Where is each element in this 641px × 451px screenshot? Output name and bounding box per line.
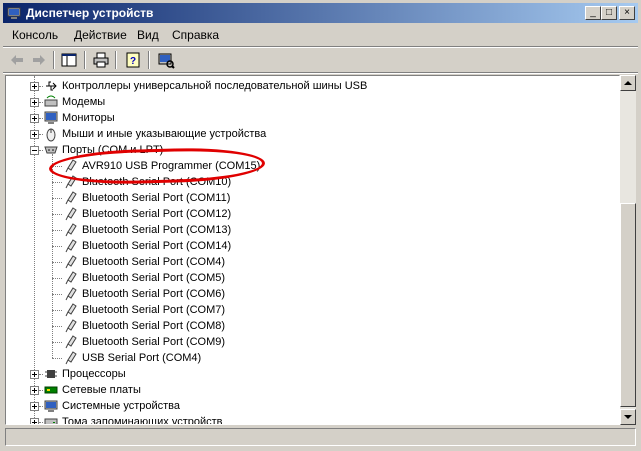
expand-plus-icon[interactable] — [30, 114, 39, 123]
toolbar-separator — [53, 51, 55, 69]
serial-port-icon — [65, 303, 77, 317]
console-tree-icon[interactable] — [59, 50, 79, 70]
minimize-button[interactable]: _ — [585, 6, 601, 20]
tree-connector — [39, 422, 43, 424]
serial-port-icon — [65, 351, 77, 365]
tree-connector — [52, 358, 62, 360]
maximize-button[interactable]: □ — [601, 6, 617, 20]
expand-plus-icon[interactable] — [30, 386, 39, 395]
system-devices-icon — [44, 400, 58, 412]
expand-plus-icon[interactable] — [30, 82, 39, 91]
tree-item-label: Bluetooth Serial Port (COM12) — [82, 208, 232, 220]
tree-item-label: Bluetooth Serial Port (COM8) — [82, 320, 226, 332]
storage-volume-icon — [44, 418, 58, 424]
toolbar-separator — [84, 51, 86, 69]
status-pane — [5, 428, 636, 446]
port-icon — [44, 146, 58, 154]
mouse-icon — [46, 128, 56, 142]
forward-arrow-icon[interactable] — [29, 50, 49, 70]
monitor-icon — [44, 111, 58, 124]
title-bar[interactable]: Диспетчер устройств _ □ × — [3, 3, 638, 23]
serial-port-icon — [65, 319, 77, 333]
menu-action[interactable]: Действие — [74, 28, 127, 42]
serial-port-icon — [65, 335, 77, 349]
serial-port-icon — [65, 191, 77, 205]
tree-connector — [39, 86, 43, 88]
tree-item-label: Тома запоминающих устройств — [62, 416, 223, 425]
device-manager-icon — [7, 7, 21, 19]
usb-icon — [46, 81, 57, 91]
serial-port-icon — [65, 223, 77, 237]
vertical-scrollbar[interactable] — [620, 75, 636, 425]
toolbar-separator — [148, 51, 150, 69]
tree-item-label: USB Serial Port (COM4) — [82, 352, 202, 364]
device-tree[interactable]: Контроллеры универсальной последовательн… — [5, 75, 620, 425]
tree-connector — [39, 118, 43, 120]
help-icon[interactable]: ? — [123, 50, 143, 70]
tree-item-label: Контроллеры универсальной последовательн… — [62, 80, 368, 92]
menu-console[interactable]: Консоль — [12, 28, 58, 42]
tree-item-label: Сетевые платы — [62, 384, 141, 396]
print-icon[interactable] — [91, 50, 111, 70]
tree-item-label: Модемы — [62, 96, 106, 108]
tree-item-label: Мониторы — [62, 112, 115, 124]
serial-port-icon — [65, 271, 77, 285]
expand-plus-icon[interactable] — [30, 402, 39, 411]
serial-port-icon — [65, 207, 77, 221]
scroll-thumb[interactable] — [620, 203, 636, 407]
scroll-down-button[interactable] — [620, 409, 636, 425]
serial-port-icon — [65, 287, 77, 301]
scan-hardware-icon[interactable] — [156, 50, 176, 70]
tree-connector — [52, 154, 54, 358]
serial-port-icon — [65, 239, 77, 253]
tree-connector — [39, 102, 43, 104]
modem-icon — [44, 95, 58, 107]
menu-bar: Консоль Действие Вид Справка — [3, 25, 638, 45]
expand-plus-icon[interactable] — [30, 418, 39, 424]
status-bar — [5, 428, 636, 448]
menu-view[interactable]: Вид — [137, 28, 159, 42]
tree-item-label: Bluetooth Serial Port (COM11) — [82, 192, 231, 204]
svg-text:?: ? — [130, 56, 136, 67]
device-manager-window: Диспетчер устройств _ □ × Консоль Действ… — [0, 0, 641, 451]
close-button[interactable]: × — [619, 6, 635, 20]
back-arrow-icon[interactable] — [7, 50, 27, 70]
toolbar: ? — [3, 48, 638, 72]
tree-connector — [39, 374, 43, 376]
triangle-up-icon — [624, 81, 632, 85]
tree-connector — [39, 390, 43, 392]
tree-item-label: Bluetooth Serial Port (COM7) — [82, 304, 226, 316]
expand-plus-icon[interactable] — [30, 98, 39, 107]
tree-item-label: Bluetooth Serial Port (COM4) — [82, 256, 226, 268]
processor-icon — [45, 370, 57, 378]
serial-port-icon — [65, 255, 77, 269]
tree-connector — [39, 134, 43, 136]
scroll-up-button[interactable] — [620, 75, 636, 91]
expand-plus-icon[interactable] — [30, 370, 39, 379]
expand-plus-icon[interactable] — [30, 130, 39, 139]
tree-item-label: Bluetooth Serial Port (COM14) — [82, 240, 232, 252]
toolbar-separator-line — [3, 72, 638, 74]
tree-item-label: Bluetooth Serial Port (COM5) — [82, 272, 226, 284]
tree-connector — [39, 150, 43, 152]
toolbar-separator — [115, 51, 117, 69]
collapse-minus-icon[interactable] — [30, 146, 39, 155]
tree-connector — [39, 406, 43, 408]
tree-item-label: Мыши и иные указывающие устройства — [62, 128, 267, 140]
tree-item-label: Bluetooth Serial Port (COM13) — [82, 224, 232, 236]
window-title: Диспетчер устройств — [26, 6, 154, 20]
tree-item-label: Bluetooth Serial Port (COM6) — [82, 288, 226, 300]
tree-item-label: Процессоры — [62, 368, 126, 380]
tree-item-label: Системные устройства — [62, 400, 181, 412]
network-card-icon — [44, 386, 58, 394]
triangle-down-icon — [624, 415, 632, 419]
menu-help[interactable]: Справка — [172, 28, 219, 42]
tree-item-label: Bluetooth Serial Port (COM9) — [82, 336, 226, 348]
